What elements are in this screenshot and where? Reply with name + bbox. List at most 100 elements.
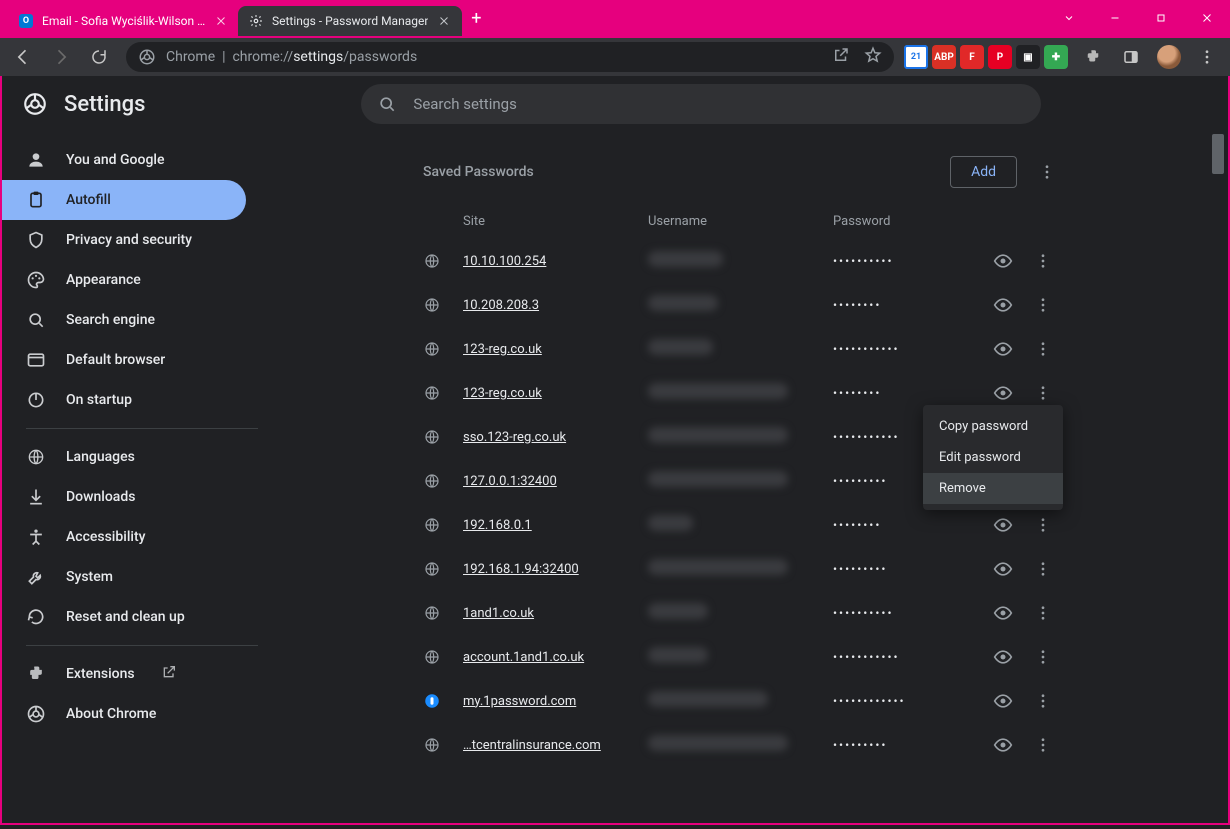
browser-tab[interactable]: OEmail - Sofia Wyciślik-Wilson - O… [8, 6, 238, 36]
window-minimize[interactable] [1092, 0, 1138, 36]
show-password-button[interactable] [983, 383, 1023, 403]
sidebar-item-default-browser[interactable]: Default browser [2, 340, 246, 380]
scrollbar[interactable] [1210, 132, 1226, 823]
site-favicon [423, 736, 463, 754]
sidebar-item-system[interactable]: System [2, 557, 246, 597]
site-link[interactable]: 10.10.100.254 [463, 254, 648, 269]
restore-icon [26, 607, 46, 627]
sidebar-item-privacy-and-security[interactable]: Privacy and security [2, 220, 246, 260]
row-more-button[interactable] [1023, 384, 1063, 402]
site-link[interactable]: my.1password.com [463, 694, 648, 709]
sidebar-item-autofill[interactable]: Autofill [2, 180, 246, 220]
site-link[interactable]: sso.123-reg.co.uk [463, 430, 648, 445]
content-area: Settings You and GoogleAutofillPrivacy a… [0, 76, 1230, 825]
site-link[interactable]: 127.0.0.1:32400 [463, 474, 648, 489]
bookmark-icon[interactable] [864, 46, 882, 68]
browser-menu-icon[interactable] [1190, 42, 1224, 72]
col-site: Site [423, 214, 648, 229]
show-password-button[interactable] [983, 515, 1023, 535]
show-password-button[interactable] [983, 339, 1023, 359]
settings-search-input[interactable] [413, 95, 1025, 113]
row-more-button[interactable] [1023, 692, 1063, 710]
show-password-button[interactable] [983, 735, 1023, 755]
side-panel-icon[interactable] [1114, 42, 1148, 72]
sidebar-item-label: Appearance [66, 272, 141, 288]
row-more-button[interactable] [1023, 736, 1063, 754]
site-link[interactable]: 192.168.0.1 [463, 518, 648, 533]
site-favicon [423, 472, 463, 490]
show-password-button[interactable] [983, 603, 1023, 623]
sidebar-item-extensions[interactable]: Extensions [2, 654, 246, 694]
site-link[interactable]: 123-reg.co.uk [463, 386, 648, 401]
toolbar: Chrome | chrome://settings/passwords 21A… [0, 36, 1230, 76]
add-password-button[interactable]: Add [950, 156, 1017, 188]
site-link[interactable]: 10.208.208.3 [463, 298, 648, 313]
profile-avatar[interactable] [1152, 42, 1186, 72]
show-password-button[interactable] [983, 559, 1023, 579]
row-more-button[interactable] [1023, 340, 1063, 358]
share-icon[interactable] [832, 46, 850, 68]
show-password-button[interactable] [983, 647, 1023, 667]
omnibox[interactable]: Chrome | chrome://settings/passwords [126, 42, 894, 72]
site-link[interactable]: 123-reg.co.uk [463, 342, 648, 357]
row-more-button[interactable] [1023, 648, 1063, 666]
password-masked: •••••••••••• [833, 694, 983, 708]
nav-back[interactable] [6, 42, 40, 72]
download-icon [26, 487, 46, 507]
site-link[interactable]: 1and1.co.uk [463, 606, 648, 621]
row-more-button[interactable] [1023, 516, 1063, 534]
section-more-button[interactable] [1031, 156, 1063, 188]
scrollbar-thumb[interactable] [1212, 134, 1224, 174]
username-value [648, 427, 833, 447]
username-value [648, 559, 833, 579]
close-tab-icon[interactable] [436, 13, 452, 29]
nav-forward[interactable] [44, 42, 78, 72]
extension-pip-icon[interactable]: ▣ [1016, 45, 1040, 69]
site-info-icon[interactable] [138, 48, 156, 66]
site-link[interactable]: …tcentralinsurance.com [463, 738, 648, 753]
gear-icon [248, 13, 264, 29]
context-menu-item[interactable]: Edit password [923, 442, 1063, 473]
sidebar-item-about-chrome[interactable]: About Chrome [2, 694, 246, 734]
settings-sidebar: You and GoogleAutofillPrivacy and securi… [2, 132, 258, 823]
sidebar-item-search-engine[interactable]: Search engine [2, 300, 246, 340]
show-password-button[interactable] [983, 295, 1023, 315]
extension-flip-icon[interactable]: F [960, 45, 984, 69]
context-menu-item[interactable]: Remove [923, 473, 1063, 504]
browser-tab[interactable]: Settings - Password Manager [238, 6, 462, 36]
site-link[interactable]: account.1and1.co.uk [463, 650, 648, 665]
search-icon [377, 94, 397, 114]
sidebar-item-you-and-google[interactable]: You and Google [2, 140, 246, 180]
sidebar-item-label: Extensions [66, 666, 135, 682]
settings-header: Settings [2, 76, 1228, 132]
window-dropdown[interactable] [1046, 0, 1092, 36]
site-favicon [423, 648, 463, 666]
window-close[interactable] [1184, 0, 1230, 36]
row-more-button[interactable] [1023, 604, 1063, 622]
show-password-button[interactable] [983, 251, 1023, 271]
new-tab-button[interactable]: + [462, 0, 490, 36]
sidebar-item-accessibility[interactable]: Accessibility [2, 517, 246, 557]
context-menu-item[interactable]: Copy password [923, 411, 1063, 442]
close-tab-icon[interactable] [213, 13, 228, 29]
sidebar-item-languages[interactable]: Languages [2, 437, 246, 477]
window-maximize[interactable] [1138, 0, 1184, 36]
sidebar-item-downloads[interactable]: Downloads [2, 477, 246, 517]
table-header: Site Username Password [403, 204, 1083, 239]
extension-calendar-icon[interactable]: 21 [904, 45, 928, 69]
show-password-button[interactable] [983, 691, 1023, 711]
extension-abp-icon[interactable]: ABP [932, 45, 956, 69]
extensions-puzzle-icon[interactable] [1076, 42, 1110, 72]
sidebar-item-reset-and-clean-up[interactable]: Reset and clean up [2, 597, 246, 637]
row-more-button[interactable] [1023, 560, 1063, 578]
extension-green-icon[interactable]: ✚ [1044, 45, 1068, 69]
nav-reload[interactable] [82, 42, 116, 72]
settings-search[interactable] [361, 84, 1041, 124]
sidebar-item-appearance[interactable]: Appearance [2, 260, 246, 300]
sidebar-item-on-startup[interactable]: On startup [2, 380, 246, 420]
site-link[interactable]: 192.168.1.94:32400 [463, 562, 648, 577]
row-more-button[interactable] [1023, 252, 1063, 270]
extension-pin-icon[interactable]: P [988, 45, 1012, 69]
row-more-button[interactable] [1023, 296, 1063, 314]
username-value [648, 647, 833, 667]
